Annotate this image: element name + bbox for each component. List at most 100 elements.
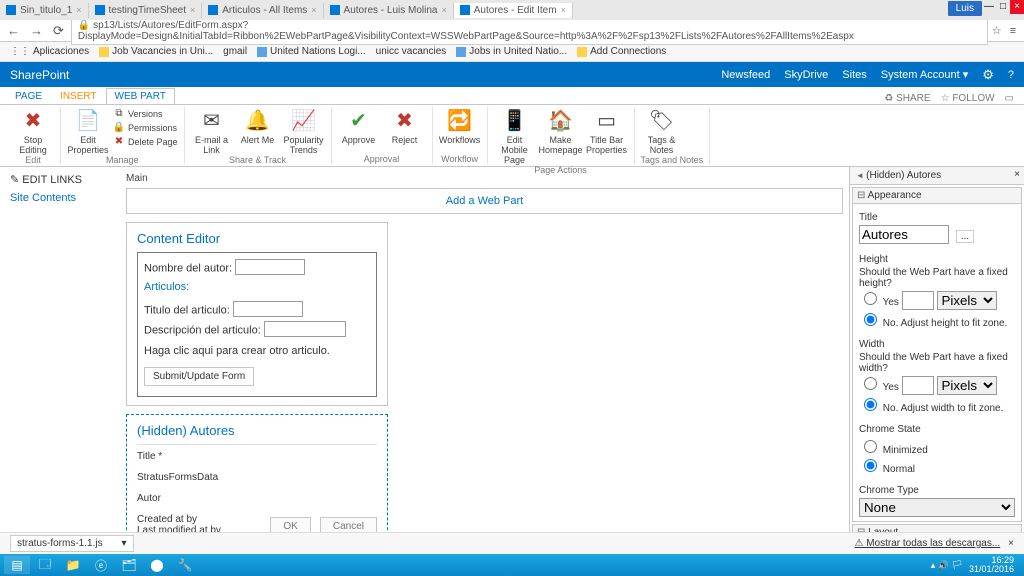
bookmark-item[interactable]: Job Vacancies in Uni... (99, 46, 213, 57)
follow-button[interactable]: ☆ FOLLOW (941, 93, 995, 104)
minimize-button[interactable]: — (982, 0, 996, 14)
browser-user-chip[interactable]: Luis (948, 1, 982, 16)
maximize-button[interactable]: □ (996, 0, 1010, 14)
delete-icon: ✖ (113, 136, 125, 148)
width-no-radio[interactable] (864, 398, 877, 411)
email-link-button[interactable]: ✉E-mail a Link (191, 107, 233, 155)
normal-radio[interactable] (864, 459, 877, 472)
reload-button[interactable]: ⟳ (50, 23, 67, 39)
height-value-input[interactable] (902, 291, 934, 310)
height-no-radio[interactable] (864, 313, 877, 326)
approve-button[interactable]: ✔Approve (338, 107, 380, 145)
submit-update-button[interactable]: Submit/Update Form (144, 367, 254, 386)
tab-favicon (208, 5, 218, 15)
popularity-button[interactable]: 📈Popularity Trends (283, 107, 325, 155)
versions-icon: ⧉ (113, 108, 125, 120)
tab-close-icon[interactable]: × (190, 5, 195, 15)
tab-sin-titulo[interactable]: Sin_titulo_1× (0, 3, 89, 18)
height-yes-radio[interactable] (864, 292, 877, 305)
tags-notes-button[interactable]: 🏷Tags & Notes (641, 107, 683, 155)
taskbar-app[interactable]: ⬤ (144, 556, 170, 574)
bookmark-item[interactable]: unicc vacancies (376, 46, 447, 57)
nombre-input[interactable] (235, 259, 305, 275)
help-icon[interactable]: ? (1008, 69, 1014, 81)
titlebar-props-button[interactable]: ▭Title Bar Properties (586, 107, 628, 155)
appearance-header[interactable]: Appearance (853, 188, 1021, 204)
taskbar-app[interactable]: 🗔 (32, 556, 58, 574)
toolpane-close-icon[interactable]: × (1014, 169, 1020, 180)
download-bar: stratus-forms-1.1.js ▾ ⚠ Mostrar todas l… (0, 532, 1024, 554)
show-all-downloads-link[interactable]: ⚠ Mostrar todas las descargas... (854, 538, 1000, 549)
url-field[interactable]: 🔒 sp13/Lists/Autores/EditForm.aspx?Displ… (71, 17, 988, 45)
make-homepage-button[interactable]: 🏠Make Homepage (540, 107, 582, 155)
ribbon-tab-insert[interactable]: INSERT (51, 88, 106, 104)
taskbar-app[interactable]: 🔧 (172, 556, 198, 574)
skydrive-link[interactable]: SkyDrive (784, 69, 828, 81)
start-button[interactable]: ▤ (4, 556, 30, 574)
tray-icons[interactable]: ▴ 🔊 🏳 (931, 560, 963, 571)
descripcion-input[interactable] (264, 321, 346, 337)
title-input[interactable] (859, 225, 949, 244)
workflows-button[interactable]: 🔁Workflows (439, 107, 481, 145)
chevron-down-icon[interactable]: ▾ (122, 538, 127, 549)
sites-link[interactable]: Sites (842, 69, 866, 81)
haga-clic-text[interactable]: Haga clic aqui para crear otro articulo. (144, 345, 330, 357)
clock[interactable]: 16:29 31/01/2016 (969, 556, 1014, 574)
main-area: ✎ EDIT LINKS Site Contents Main Add a We… (0, 167, 1024, 554)
tab-close-icon[interactable]: × (561, 5, 566, 15)
bookmark-item[interactable]: gmail (223, 46, 247, 57)
ribbon-tab-webpart[interactable]: WEB PART (106, 88, 175, 104)
title-ellipsis-button[interactable]: ... (956, 230, 974, 243)
add-webpart-button[interactable]: Add a Web Part (126, 188, 843, 214)
close-download-bar[interactable]: × (1008, 538, 1014, 549)
tab-close-icon[interactable]: × (76, 5, 81, 15)
browser-menu-icon[interactable]: ≡ (1006, 25, 1020, 37)
forward-button[interactable]: → (27, 23, 46, 38)
hidden-autores-webpart[interactable]: (Hidden) Autores Title StratusFormsData … (126, 414, 388, 545)
close-window-button[interactable]: × (1010, 0, 1024, 14)
tab-autores-edit[interactable]: Autores - Edit Item× (454, 3, 573, 18)
stop-editing-button[interactable]: ✖Stop Editing (12, 107, 54, 155)
stratus-field-label: StratusFormsData (137, 472, 377, 483)
chrome-type-select[interactable]: None (859, 498, 1015, 517)
delete-page-button[interactable]: ✖Delete Page (113, 135, 178, 149)
bookmark-item[interactable]: Jobs in United Natio... (456, 46, 567, 57)
share-button[interactable]: ♻ SHARE (884, 93, 930, 104)
width-unit-select[interactable]: Pixels (937, 376, 997, 395)
back-button[interactable]: ← (4, 23, 23, 38)
apps-shortcut[interactable]: ⋮⋮ Aplicaciones (10, 46, 89, 57)
width-value-input[interactable] (902, 376, 934, 395)
edit-mobile-page-button[interactable]: 📱Edit Mobile Page (494, 107, 536, 165)
reject-button[interactable]: ✖Reject (384, 107, 426, 145)
edit-properties-button[interactable]: 📄Edit Properties (67, 107, 109, 155)
tab-close-icon[interactable]: × (311, 5, 316, 15)
ribbon-tab-page[interactable]: PAGE (6, 88, 51, 104)
minimized-radio[interactable] (864, 440, 877, 453)
height-unit-select[interactable]: Pixels (937, 291, 997, 310)
newsfeed-link[interactable]: Newsfeed (721, 69, 770, 81)
tab-close-icon[interactable]: × (441, 5, 446, 15)
permissions-button[interactable]: 🔒Permissions (113, 121, 178, 135)
bookmark-icon[interactable]: ☆ (992, 24, 1002, 37)
tab-testing[interactable]: testingTimeSheet× (89, 3, 203, 18)
bell-icon: 🔔 (244, 107, 272, 135)
edit-links[interactable]: ✎ EDIT LINKS (10, 173, 110, 186)
settings-gear-icon[interactable]: ⚙ (982, 67, 994, 83)
titulo-input[interactable] (233, 301, 303, 317)
site-contents-link[interactable]: Site Contents (10, 192, 110, 204)
bookmark-item[interactable]: United Nations Logi... (257, 46, 366, 57)
tab-autores-molina[interactable]: Autores - Luis Molina× (324, 3, 454, 18)
tab-articulos[interactable]: Articulos - All Items× (202, 3, 323, 18)
taskbar-app[interactable]: 🗂 (116, 556, 142, 574)
account-menu[interactable]: System Account ▾ (881, 68, 968, 81)
focus-content-icon[interactable]: ▭ (1005, 93, 1014, 104)
width-yes-radio[interactable] (864, 377, 877, 390)
download-chip[interactable]: stratus-forms-1.1.js ▾ (10, 535, 134, 552)
autor-field-label: Autor (137, 493, 377, 504)
versions-button[interactable]: ⧉Versions (113, 107, 178, 121)
taskbar-app[interactable]: ⓔ (88, 556, 114, 574)
alert-me-button[interactable]: 🔔Alert Me (237, 107, 279, 145)
bookmark-item[interactable]: Add Connections (577, 46, 666, 57)
taskbar-app[interactable]: 📁 (60, 556, 86, 574)
title-label: Title (137, 451, 377, 462)
